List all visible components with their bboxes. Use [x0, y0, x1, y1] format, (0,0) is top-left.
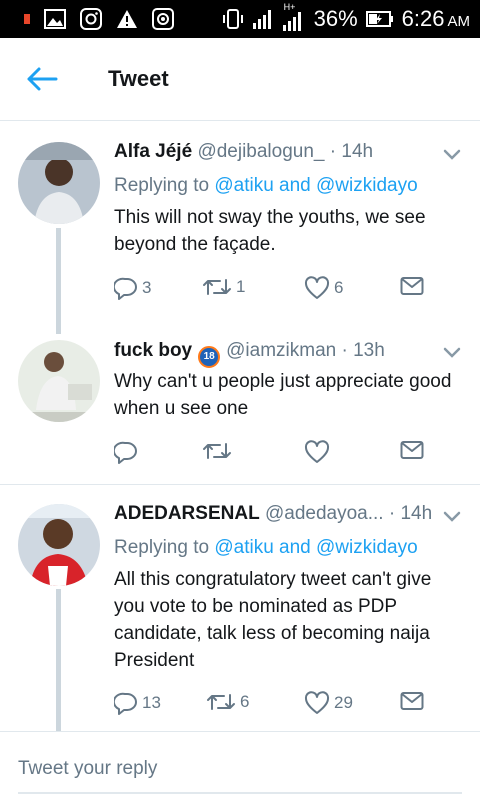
reply-input[interactable] — [18, 754, 462, 794]
tweet-text: All this congratulatory tweet can't give… — [114, 569, 432, 671]
reply-button[interactable] — [114, 440, 142, 464]
like-count: 29 — [334, 693, 353, 712]
tweet-item[interactable]: fuck boy 18 @iamzikman · 13h Why can't u p… — [0, 334, 480, 484]
tweet-time: · 14h — [388, 503, 433, 524]
vibrate-icon — [222, 8, 244, 30]
replying-targets-link[interactable]: @atiku and @wizkidayo — [214, 175, 417, 196]
author-name[interactable]: Alfa Jéjé — [114, 141, 192, 162]
replying-to: Replying to @atiku and @wizkidayo — [114, 175, 418, 197]
retweet-icon — [203, 443, 231, 459]
tweet-actions: 13 6 29 — [114, 691, 444, 719]
tweet-actions: 3 1 6 — [114, 276, 444, 304]
replying-to: Replying to @atiku and @wizkidayo — [114, 537, 418, 559]
avatar[interactable] — [18, 340, 100, 422]
back-arrow-icon — [27, 67, 58, 91]
like-button[interactable]: 29 — [304, 691, 353, 715]
direct-message-button[interactable] — [400, 440, 424, 460]
tweet-text: Why can't u people just appreciate good … — [114, 371, 452, 419]
battery-charging-icon — [365, 11, 394, 27]
warning-icon — [116, 9, 138, 29]
retweet-icon — [203, 279, 231, 295]
reply-count: 3 — [142, 278, 152, 297]
thread-line — [56, 228, 61, 334]
like-count: 6 — [334, 278, 344, 297]
chevron-down-icon[interactable] — [443, 347, 461, 359]
status-bar: H+ 36% 6:26 AM — [0, 0, 480, 38]
reply-icon — [114, 277, 137, 300]
author-handle[interactable]: @adedayoa... — [265, 503, 384, 524]
reply-icon — [114, 441, 137, 464]
author-handle[interactable]: @iamzikman — [226, 340, 336, 361]
tweet-item[interactable]: ADEDARSENAL @adedayoa... · 14h Replying … — [0, 485, 480, 731]
signal-icon — [252, 8, 274, 30]
chevron-down-icon[interactable] — [443, 511, 461, 523]
envelope-icon — [400, 441, 424, 459]
tweet-text: This will not sway the youths, we see be… — [114, 207, 426, 255]
reply-bar — [0, 731, 480, 800]
chevron-down-icon[interactable] — [443, 149, 461, 161]
replying-targets-link[interactable]: @atiku and @wizkidayo — [214, 537, 417, 558]
battery-percent: 36% — [313, 6, 358, 31]
clock: 6:26 AM — [402, 6, 470, 32]
like-button[interactable]: 6 — [304, 276, 343, 300]
thread-line — [56, 589, 61, 731]
app-header: Tweet — [0, 38, 480, 121]
tweet-item[interactable]: Alfa Jéjé @dejibalogun_ · 14h Replying t… — [0, 122, 480, 334]
heart-icon — [304, 440, 330, 463]
envelope-icon — [400, 692, 424, 710]
signal-hplus-icon: H+ — [282, 2, 306, 32]
heart-icon — [304, 276, 330, 299]
tweet-actions — [114, 440, 444, 468]
badge-18-icon: 18 — [198, 346, 221, 368]
clock-ampm: AM — [447, 13, 471, 30]
tweet-header: ADEDARSENAL @adedayoa... · 14h — [114, 503, 432, 525]
author-name[interactable]: fuck boy — [114, 340, 192, 361]
retweet-count: 1 — [236, 277, 246, 296]
replying-prefix: Replying to — [114, 175, 215, 196]
page-title: Tweet — [108, 66, 169, 91]
direct-message-button[interactable] — [400, 276, 424, 296]
gallery-icon — [44, 9, 66, 29]
author-handle[interactable]: @dejibalogun_ — [197, 141, 324, 162]
retweet-count: 6 — [240, 692, 250, 711]
instagram-icon — [80, 8, 102, 30]
replying-prefix: Replying to — [114, 537, 215, 558]
camera-icon — [152, 8, 174, 30]
retweet-button[interactable]: 6 — [206, 691, 249, 713]
retweet-icon — [207, 694, 235, 710]
tweet-time: · 13h — [341, 340, 385, 361]
tweet-header: fuck boy 18 @iamzikman · 13h — [114, 340, 385, 368]
tweet-time: · 14h — [329, 141, 374, 162]
notification-dot-icon — [24, 14, 30, 24]
retweet-button[interactable] — [202, 440, 236, 462]
author-name[interactable]: ADEDARSENAL — [114, 503, 260, 524]
back-button[interactable] — [26, 66, 58, 92]
envelope-icon — [400, 277, 424, 295]
like-button[interactable] — [304, 440, 334, 464]
heart-icon — [304, 691, 330, 714]
reply-button[interactable]: 3 — [114, 276, 151, 300]
reply-count: 13 — [142, 693, 161, 712]
network-type-label: H+ — [283, 2, 296, 12]
retweet-button[interactable]: 1 — [202, 276, 245, 298]
reply-button[interactable]: 13 — [114, 691, 161, 715]
avatar[interactable] — [18, 504, 100, 586]
reply-icon — [114, 692, 137, 715]
clock-time: 6:26 — [401, 6, 445, 31]
direct-message-button[interactable] — [400, 691, 424, 711]
tweet-header: Alfa Jéjé @dejibalogun_ · 14h — [114, 141, 373, 163]
avatar[interactable] — [18, 142, 100, 224]
